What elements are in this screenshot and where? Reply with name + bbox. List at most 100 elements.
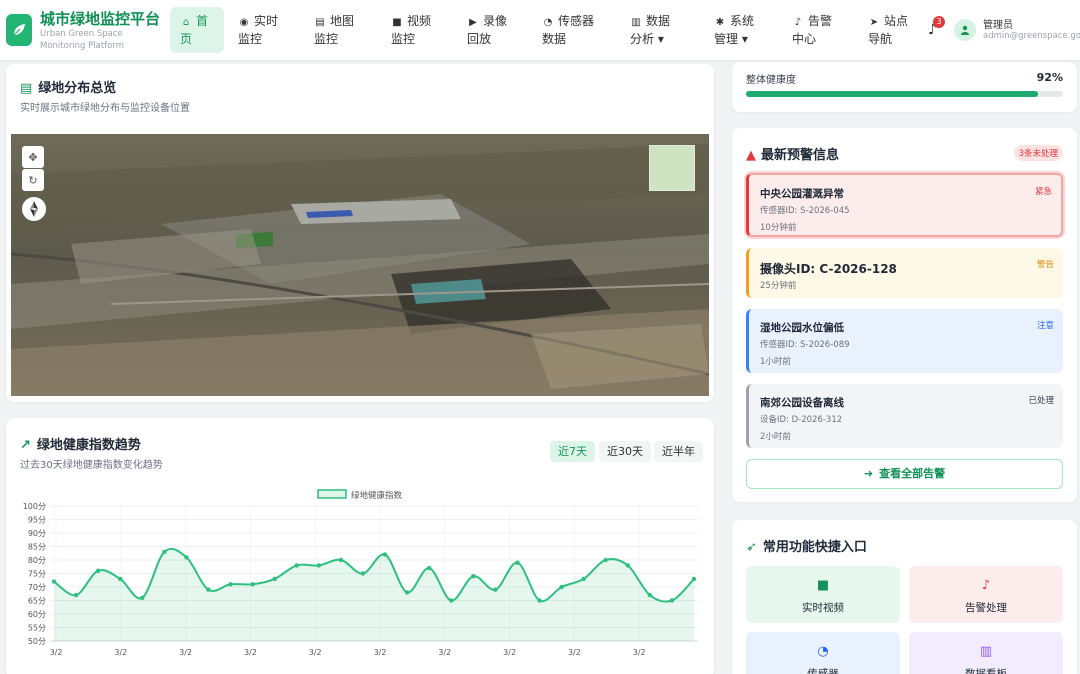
health-trend-chart: 100分 95分 90分 85分 80分 75分 70分 65分 60分 55分 50分 3/2 3/2… xyxy=(23,489,698,657)
nav-item[interactable]: ♪ 告警中心 xyxy=(782,7,846,53)
x-tick-label: 3/2 xyxy=(244,648,257,657)
home-icon: ⌂ xyxy=(182,17,190,28)
user-icon xyxy=(961,25,969,35)
alert-title: 湿地公园水位偏低 xyxy=(760,322,844,334)
rocket-icon: ➶ xyxy=(746,540,757,555)
overview-minimap[interactable] xyxy=(649,145,695,191)
y-tick-label: 50分 xyxy=(28,637,46,646)
data-point xyxy=(294,563,299,568)
data-point xyxy=(184,555,189,560)
y-tick-label: 100分 xyxy=(23,502,46,511)
nav-item[interactable]: ◔ 传感器数据 xyxy=(532,7,606,53)
user-avatar[interactable] xyxy=(954,19,976,41)
alert-item[interactable]: 摄像头ID: C-2026-128 25分钟前 警告 xyxy=(746,248,1063,298)
nav-item[interactable]: ✱ 系统管理 ▾ xyxy=(704,7,772,53)
eye-icon: ◉ xyxy=(239,17,249,28)
alert-time: 10分钟前 xyxy=(760,223,797,233)
leaf-icon xyxy=(13,24,25,36)
x-tick-label: 3/2 xyxy=(179,648,192,657)
health-progress-fill xyxy=(746,91,1038,97)
data-point xyxy=(603,557,608,563)
alert-title: 摄像头ID: C-2026-128 xyxy=(760,262,897,276)
data-point xyxy=(382,552,388,557)
bar-chart-icon: ▥ xyxy=(979,644,993,659)
alerts-card-title: ▲ 最新预警信息 xyxy=(746,148,840,163)
alert-item[interactable]: 中央公园灌溉异常 传感器ID: S-2026-045 10分钟前 紧急 xyxy=(746,173,1063,237)
alert-level-tag: 紧急 xyxy=(1034,187,1052,197)
x-tick-label: 3/2 xyxy=(633,648,646,657)
map-card-subtitle: 实时展示城市绿地分布与监控设备位置 xyxy=(20,103,190,114)
line-chart-icon: ↗ xyxy=(20,438,31,453)
nav-item[interactable]: ▥ 数据分析 ▾ xyxy=(620,7,690,53)
y-tick-label: 60分 xyxy=(28,610,46,619)
alert-time: 1小时前 xyxy=(760,357,791,367)
alert-level-tag: 警告 xyxy=(1036,260,1054,270)
alert-level-tag: 已处理 xyxy=(1028,396,1054,406)
dashboard-icon: ◔ xyxy=(817,644,829,659)
app-title: 城市绿地监控平台 xyxy=(40,10,161,28)
bar-chart-icon: ▥ xyxy=(631,17,641,28)
gear-icon: ✱ xyxy=(715,17,725,28)
quick-data-board-button[interactable]: ▥ 数据看板 xyxy=(909,632,1063,674)
satellite-map[interactable] xyxy=(11,134,709,396)
alert-title: 南郊公园设备离线 xyxy=(760,397,844,409)
nav-item[interactable]: ▤ 地图监控 xyxy=(304,7,368,53)
alert-item[interactable]: 南郊公园设备离线 设备ID: D-2026-312 2小时前 已处理 xyxy=(746,384,1063,448)
nav-item[interactable]: ⌂ 首页 xyxy=(170,7,224,53)
bell-icon: ♪ xyxy=(794,17,802,28)
y-tick-label: 80分 xyxy=(28,556,46,565)
quick-access-title: ➶ 常用功能快捷入口 xyxy=(746,540,867,555)
view-all-alerts-button[interactable]: ➜ 查看全部告警 xyxy=(746,459,1063,489)
range-30d-button[interactable]: 近30天 xyxy=(599,441,651,462)
x-tick-label: 3/2 xyxy=(374,648,387,657)
data-point xyxy=(449,598,454,603)
nav-item[interactable]: ▶ 录像回放 xyxy=(457,7,521,53)
satellite-imagery xyxy=(11,134,709,396)
alert-device-id: 传感器ID: S-2026-089 xyxy=(760,340,850,350)
alert-level-tag: 注意 xyxy=(1036,321,1054,331)
data-point xyxy=(669,598,675,603)
nav-item[interactable]: ➤ 站点导航 xyxy=(858,7,922,53)
quick-sensor-button[interactable]: ◔ 传感器 xyxy=(746,632,900,674)
data-point xyxy=(162,549,167,555)
y-tick-label: 75分 xyxy=(28,570,46,579)
x-tick-label: 3/2 xyxy=(309,648,322,657)
range-7d-button[interactable]: 近7天 xyxy=(550,441,595,462)
nav-item[interactable]: ■ 视频监控 xyxy=(381,7,445,53)
unhandled-count-badge: 3条未处理 xyxy=(1013,145,1063,161)
bell-icon: ♪ xyxy=(981,578,991,593)
data-point xyxy=(537,598,542,603)
y-tick-label: 90分 xyxy=(28,529,46,538)
compass-icon xyxy=(30,201,38,217)
data-point xyxy=(471,574,476,579)
app-logo[interactable] xyxy=(6,14,32,46)
data-point xyxy=(51,579,57,584)
data-point xyxy=(250,582,255,587)
range-6m-button[interactable]: 近半年 xyxy=(654,441,703,462)
legend-label: 绿地健康指数 xyxy=(351,490,403,501)
x-tick-label: 3/2 xyxy=(568,648,581,657)
data-point xyxy=(559,584,564,590)
user-email: admin@greenspace.gov xyxy=(983,31,1080,41)
data-point xyxy=(140,595,145,600)
quick-alert-handling-button[interactable]: ♪ 告警处理 xyxy=(909,566,1063,623)
x-tick-label: 3/2 xyxy=(503,648,516,657)
video-icon: ■ xyxy=(392,17,402,28)
pan-tool-button[interactable]: ✥ xyxy=(22,146,44,168)
data-point xyxy=(338,557,344,563)
quick-live-video-button[interactable]: ■ 实时视频 xyxy=(746,566,900,623)
rotate-tool-button[interactable]: ↻ xyxy=(22,169,44,191)
user-name[interactable]: 管理员 xyxy=(983,16,1013,31)
compass-button[interactable] xyxy=(22,197,46,221)
y-tick-label: 65分 xyxy=(28,597,46,606)
play-icon: ▶ xyxy=(469,17,477,28)
alert-time: 25分钟前 xyxy=(760,281,797,291)
alert-item[interactable]: 湿地公园水位偏低 传感器ID: S-2026-089 1小时前 注意 xyxy=(746,309,1063,373)
data-point xyxy=(581,576,586,582)
quick-label: 数据看板 xyxy=(965,668,1007,674)
health-value: 92% xyxy=(1036,71,1063,84)
location-arrow-icon: ➤ xyxy=(869,17,879,28)
x-tick-label: 3/2 xyxy=(50,648,63,657)
nav-item[interactable]: ◉ 实时监控 xyxy=(228,7,292,53)
data-point xyxy=(118,576,123,582)
